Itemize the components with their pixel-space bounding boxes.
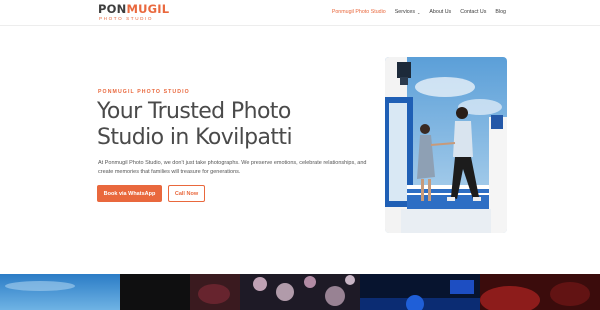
chevron-down-icon: ⌄ [417, 10, 421, 15]
gallery-strip [0, 274, 600, 310]
gallery-image-3[interactable] [240, 274, 360, 310]
brand-tagline: PHOTO STUDIO [99, 16, 154, 21]
call-now-button[interactable]: Call Now [168, 185, 205, 202]
nav-item-contact[interactable]: Contact Us [460, 9, 486, 16]
nav-item-services[interactable]: Services ⌄ [395, 9, 421, 16]
gallery-image-1[interactable] [0, 274, 120, 310]
site-header: PONMUGIL PHOTO STUDIO Ponmugil Photo Stu… [0, 0, 600, 26]
gallery-image-5[interactable] [480, 274, 600, 310]
brand-name: PONMUGIL [98, 2, 170, 16]
brand-logo[interactable]: PONMUGIL PHOTO STUDIO [98, 3, 169, 23]
main-nav: Ponmugil Photo Studio Services ⌄ About U… [332, 9, 506, 16]
book-whatsapp-button[interactable]: Book via WhatsApp [97, 185, 162, 202]
hero-eyebrow: PONMUGIL PHOTO STUDIO [98, 89, 190, 95]
gallery-image-4[interactable] [360, 274, 480, 310]
hero-couple-photo [385, 57, 507, 233]
hero-title: Your Trusted Photo Studio in Kovilpatti [97, 99, 293, 150]
gallery-image-2[interactable] [120, 274, 240, 310]
nav-item-home[interactable]: Ponmugil Photo Studio [332, 9, 386, 16]
hero-description: At Ponmugil Photo Studio, we don't just … [98, 160, 367, 175]
nav-item-about[interactable]: About Us [429, 9, 451, 16]
nav-item-blog[interactable]: Blog [495, 9, 506, 16]
nav-item-label: Services [394, 9, 416, 15]
